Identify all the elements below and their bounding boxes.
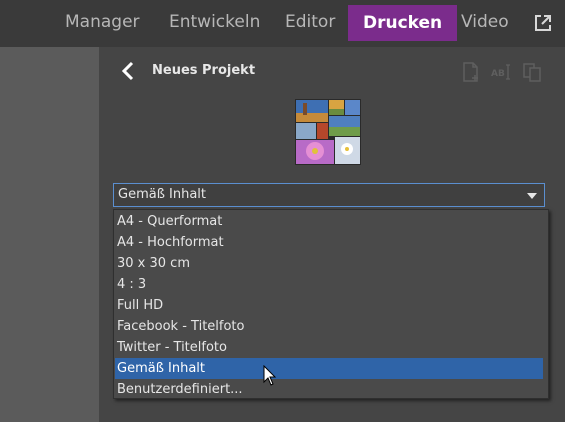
tab-entwickeln[interactable]: Entwickeln (169, 0, 260, 42)
option-30x30[interactable]: 30 x 30 cm (115, 253, 543, 274)
svg-text:AB: AB (491, 69, 505, 79)
tab-video[interactable]: Video (461, 0, 509, 42)
top-navigation-bar: Manager Entwickeln Editor Drucken Video (0, 0, 565, 47)
project-thumbnail-image (295, 99, 361, 165)
chevron-left-icon[interactable] (120, 60, 136, 82)
format-select[interactable]: Gemäß Inhalt (113, 183, 545, 207)
option-a4-hochformat[interactable]: A4 - Hochformat (115, 232, 543, 253)
tab-manager[interactable]: Manager (65, 0, 140, 42)
external-link-icon[interactable] (533, 13, 553, 33)
format-dropdown-list: A4 - Querformat A4 - Hochformat 30 x 30 … (113, 209, 549, 399)
tab-drucken[interactable]: Drucken (348, 5, 458, 41)
option-gemaess-inhalt[interactable]: Gemäß Inhalt (115, 358, 543, 379)
option-benutzerdefiniert[interactable]: Benutzerdefiniert... (115, 379, 543, 400)
new-page-icon[interactable] (461, 62, 481, 82)
option-a4-querformat[interactable]: A4 - Querformat (115, 211, 543, 232)
mouse-pointer-icon (263, 365, 277, 386)
rename-text-icon[interactable]: AB (491, 62, 513, 82)
duplicate-icon[interactable] (522, 62, 544, 82)
tab-editor[interactable]: Editor (285, 0, 335, 42)
option-4-3[interactable]: 4 : 3 (115, 274, 543, 295)
left-side-area (0, 47, 99, 422)
option-full-hd[interactable]: Full HD (115, 295, 543, 316)
chevron-down-icon[interactable] (527, 193, 537, 199)
option-twitter-titelfoto[interactable]: Twitter - Titelfoto (115, 337, 543, 358)
format-select-value: Gemäß Inhalt (118, 187, 207, 202)
option-facebook-titelfoto[interactable]: Facebook - Titelfoto (115, 316, 543, 337)
panel-title: Neues Projekt (152, 63, 256, 78)
